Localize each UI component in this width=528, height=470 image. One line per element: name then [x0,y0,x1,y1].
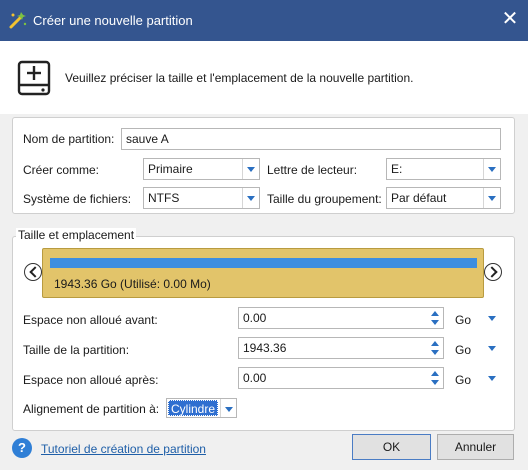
close-icon[interactable]: ✕ [498,8,522,32]
partition-size-input[interactable]: 1943.36 [238,337,444,359]
partition-size-value: 1943.36 [243,341,287,355]
filesystem-select[interactable]: NTFS [143,187,260,209]
unit-label: Go [455,373,472,387]
filesystem-label: Système de fichiers: [23,192,132,206]
help-icon[interactable]: ? [12,438,32,458]
size-location-legend: Taille et emplacement [16,228,137,242]
minitool-wand-icon [9,12,27,29]
spin-up-icon[interactable] [427,368,443,378]
spin-down-icon[interactable] [427,378,443,388]
tutorial-link[interactable]: Tutoriel de création de partition [41,442,206,456]
dialog-header: Veuillez préciser la taille et l'emplace… [0,41,528,114]
move-right-button[interactable] [484,263,502,281]
header-description: Veuillez préciser la taille et l'emplace… [65,71,414,85]
unallocated-after-label: Espace non alloué après: [23,373,159,387]
unit-dropdown-icon[interactable] [485,343,499,355]
partition-name-label: Nom de partition: [23,132,115,146]
disk-add-icon [17,60,51,96]
unit-label: Go [455,343,472,357]
unallocated-before-input[interactable]: 0.00 [238,307,444,329]
cluster-size-value: Par défaut [391,191,447,205]
drive-letter-label: Lettre de lecteur: [267,163,358,177]
drive-letter-value: E: [391,162,403,176]
unallocated-before-label: Espace non alloué avant: [23,313,158,327]
partition-size-label: Taille de la partition: [23,343,130,357]
filesystem-value: NTFS [148,191,180,205]
unallocated-before-value: 0.00 [243,311,267,325]
cancel-button[interactable]: Annuler [437,434,514,460]
spin-up-icon[interactable] [427,308,443,318]
spin-down-icon[interactable] [427,348,443,358]
drive-letter-select[interactable]: E: [386,158,501,180]
partition-size-slider[interactable]: 1943.36 Go (Utilisé: 0.00 Mo) [42,248,484,298]
alignment-label: Alignement de partition à: [23,402,160,416]
unit-dropdown-icon[interactable] [485,313,499,325]
partition-bar-fill [50,258,477,268]
alignment-select[interactable]: Cylindre [166,398,237,418]
create-as-value: Primaire [148,162,193,176]
spin-up-icon[interactable] [427,338,443,348]
partition-name-input[interactable]: sauve A [121,128,501,150]
chevron-down-icon[interactable] [220,399,236,417]
chevron-down-icon[interactable] [483,159,500,179]
alignment-value: Cylindre [168,400,219,416]
cluster-size-select[interactable]: Par défaut [386,187,501,209]
unit-label: Go [455,313,472,327]
partition-bar-label: 1943.36 Go (Utilisé: 0.00 Mo) [54,277,211,291]
create-as-label: Créer comme: [23,163,100,177]
chevron-down-icon[interactable] [483,188,500,208]
title-bar: Créer une nouvelle partition ✕ [0,0,528,41]
chevron-down-icon[interactable] [242,188,259,208]
move-left-button[interactable] [24,263,42,281]
spin-down-icon[interactable] [427,318,443,328]
create-as-select[interactable]: Primaire [143,158,260,180]
cluster-size-label: Taille du groupement: [267,192,382,206]
unit-dropdown-icon[interactable] [485,373,499,385]
window-title: Créer une nouvelle partition [33,13,193,28]
unallocated-after-value: 0.00 [243,371,267,385]
chevron-down-icon[interactable] [242,159,259,179]
ok-button[interactable]: OK [352,434,431,460]
unallocated-after-input[interactable]: 0.00 [238,367,444,389]
